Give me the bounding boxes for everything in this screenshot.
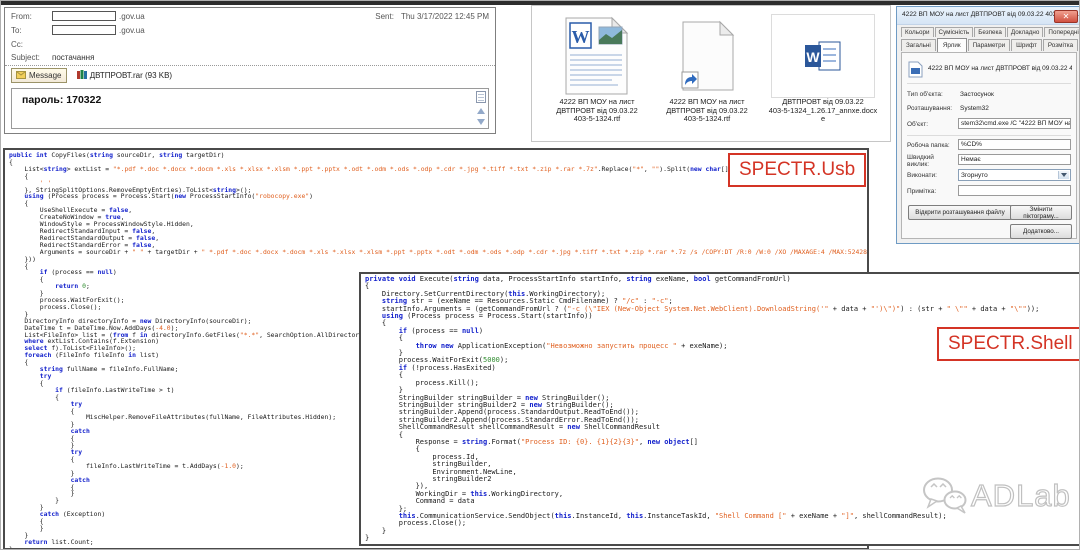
shortcut-app-icon (908, 61, 923, 78)
field-label: Розташування: (907, 105, 955, 112)
field-value: Застосунок (960, 91, 994, 98)
tab-details[interactable]: Докладно (1007, 27, 1044, 37)
envelope-icon (16, 71, 26, 79)
scroll-up-icon[interactable] (477, 108, 485, 114)
tab-layout[interactable]: Розмітка (1043, 39, 1078, 51)
top-edge-strip (1, 1, 1080, 5)
to-domain: .gov.ua (119, 26, 145, 35)
tab-options[interactable]: Параметри (968, 39, 1011, 51)
from-domain: .gov.ua (119, 12, 145, 21)
shortcut-file-icon (678, 20, 736, 92)
open-file-location-button[interactable]: Відкрити розташування файлу (908, 205, 1012, 220)
dialog-tab-row-back: КольориСумісністьБезпекаДокладноПопередн… (901, 27, 1080, 37)
field-value: System32 (960, 105, 989, 112)
to-label: To: (11, 26, 22, 35)
email-to-row: To: .gov.ua (5, 25, 495, 37)
rar-archive-icon (77, 70, 87, 79)
scroll-down-icon[interactable] (477, 119, 485, 125)
comment-input[interactable] (958, 185, 1071, 196)
sent-label: Sent: (375, 12, 394, 21)
sent-value: Thu 3/17/2022 12:45 PM (401, 12, 489, 21)
docx-tile: W (771, 14, 875, 98)
message-tab-label: Message (29, 71, 61, 80)
word-docx-icon: W (804, 39, 842, 73)
subject-value: постачання (52, 53, 94, 62)
page-icon[interactable] (476, 91, 486, 103)
spectr-usb-annotation: SPECTR.Usb (728, 153, 866, 187)
tab-previous-versions[interactable]: Попередні версії (1044, 27, 1080, 37)
shortcut-file-name: 4222 ВП МОУ на лист ДВТПРОВТ від 09.03.2… (928, 65, 1072, 72)
divider (907, 83, 1071, 84)
spectr-shell-annotation: SPECTR.Shell (937, 327, 1080, 361)
tab-font[interactable]: Шрифт (1011, 39, 1042, 51)
wechat-logo-icon (921, 475, 969, 517)
chevron-down-icon[interactable] (1058, 171, 1069, 179)
advanced-button[interactable]: Додатково... (1010, 224, 1072, 239)
redacted-to-address (52, 25, 116, 35)
properties-dialog: 4222 ВП МОУ на лист ДВТПРОВТ від 09.03.2… (896, 6, 1080, 244)
tab-security[interactable]: Безпека (974, 27, 1006, 37)
tab-compatibility[interactable]: Сумісність (935, 27, 974, 37)
file-item-shortcut[interactable]: 4222 ВП МОУ на лист ДВТПРОВТ від 09.03.2… (654, 14, 760, 124)
working-folder-input[interactable]: %CD% (958, 139, 1071, 150)
email-subject-row: Subject: постачання (5, 52, 495, 64)
attachment-bar: Message ДВТПРОВТ.rar (93 KB) (5, 65, 495, 86)
adlab-watermark: ADLab (921, 475, 1071, 517)
divider (907, 135, 1071, 136)
attachment-chip[interactable]: ДВТПРОВТ.rar (93 KB) (72, 68, 177, 82)
email-body: пароль: 170322 (11, 88, 489, 129)
target-input[interactable]: stem32\cmd.exe /C "4222 ВП МОУ на лист Д… (958, 118, 1071, 129)
file-explorer-panel: W 4222 ВП МОУ на лист ДВТПРОВТ від 09.03… (531, 5, 891, 142)
file-label-line: 403-5-1324.rtf (544, 115, 650, 124)
field-label: Тип об'єкта: (907, 91, 955, 98)
tab-colors[interactable]: Кольори (901, 27, 934, 37)
field-label: Швидкий виклик: (907, 154, 955, 168)
subject-label: Subject: (11, 53, 40, 62)
file-label-line: 403-5-1324.rtf (654, 115, 760, 124)
file-item-rtf[interactable]: W 4222 ВП МОУ на лист ДВТПРОВТ від 09.03… (544, 14, 650, 124)
close-icon[interactable]: ✕ (1054, 10, 1078, 23)
svg-text:W: W (572, 27, 590, 47)
field-label: Об'єкт: (907, 121, 955, 128)
run-mode-select[interactable]: Згорнуто (958, 169, 1071, 181)
email-body-text: пароль: 170322 (22, 94, 101, 106)
svg-text:W: W (806, 49, 820, 65)
adlab-watermark-text: ADLab (971, 478, 1071, 514)
attachment-name: ДВТПРОВТ.rar (93 KB) (90, 71, 172, 80)
screenshot-canvas: From: .gov.ua Sent: Thu 3/17/2022 12:45 P… (0, 0, 1080, 550)
field-label: Примітка: (907, 188, 955, 195)
email-from-row: From: .gov.ua Sent: Thu 3/17/2022 12:45 P… (5, 11, 495, 23)
dialog-tab-row-front: ЗагальніЯрликПараметриШрифтРозмітка (901, 38, 1079, 52)
shortcut-key-input[interactable]: Немає (958, 154, 1071, 165)
file-label-line: e (762, 115, 884, 124)
word-rtf-document-icon: W (563, 16, 631, 96)
tab-shortcut[interactable]: Ярлик (937, 38, 967, 52)
dialog-title: 4222 ВП МОУ на лист ДВТПРОВТ від 09.03.2… (897, 7, 1080, 25)
run-mode-value: Згорнуто (961, 172, 988, 179)
field-label: Робоча папка: (907, 142, 955, 149)
message-tab[interactable]: Message (11, 68, 67, 83)
tab-general[interactable]: Загальні (901, 39, 936, 51)
sent-timestamp: Sent: Thu 3/17/2022 12:45 PM (375, 12, 489, 21)
redacted-from-address (52, 11, 116, 21)
cc-label: Cc: (11, 40, 23, 49)
email-scrollbar[interactable] (474, 90, 487, 127)
email-panel: From: .gov.ua Sent: Thu 3/17/2022 12:45 P… (4, 7, 496, 134)
field-label: Виконати: (907, 172, 955, 179)
from-label: From: (11, 12, 32, 21)
email-cc-row: Cc: (5, 39, 495, 51)
file-item-docx[interactable]: W ДВТПРОВТ від 09.03.22 403-5-1324_1.26.… (762, 14, 884, 124)
shortcut-tab-content: 4222 ВП МОУ на лист ДВТПРОВТ від 09.03.2… (901, 52, 1077, 239)
change-icon-button[interactable]: Змінити піктограму... (1010, 205, 1072, 220)
